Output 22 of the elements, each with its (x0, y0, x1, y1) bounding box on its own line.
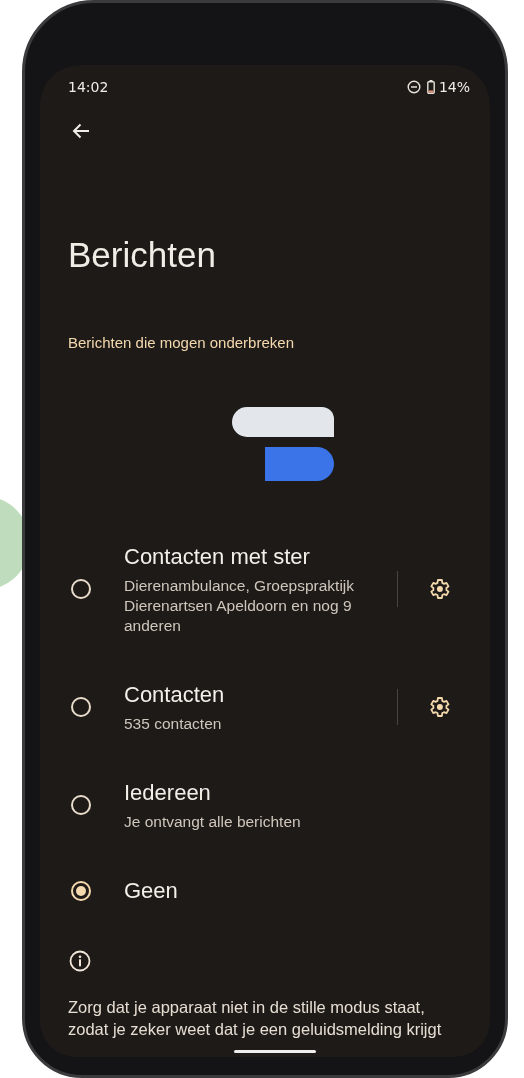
radio-button[interactable] (71, 579, 91, 599)
back-arrow-icon[interactable] (72, 123, 90, 139)
battery-icon (426, 80, 435, 94)
option-description: Je ontvangt alle berichten (124, 812, 302, 832)
settings-icon[interactable] (427, 695, 451, 719)
battery-percentage: 14% (438, 79, 470, 95)
page-title: Berichten (68, 234, 217, 276)
radio-button[interactable] (71, 881, 91, 901)
info-icon (69, 950, 91, 972)
option-description: Dierenambulance, Groepspraktijk Dierenartsen Apeldoorn en nog 9 anderen (124, 576, 356, 636)
status-time: 14:02 (68, 79, 109, 95)
info-text: Zorg dat je apparaat niet in de stille modus staat, zodat je zeker weet dat je een geluidsmelding krijgt (68, 997, 443, 1040)
section-heading: Berichten die mogen onderbreken (68, 334, 295, 351)
do-not-disturb-icon (406, 80, 421, 94)
option-title: Contacten (124, 681, 226, 709)
option-title: Geen (124, 877, 179, 905)
radio-button[interactable] (71, 697, 91, 717)
option-description: 535 contacten (124, 714, 223, 734)
option-title: Iedereen (124, 779, 212, 807)
settings-icon[interactable] (427, 577, 451, 601)
radio-button[interactable] (71, 795, 91, 815)
option-title: Contacten met ster (124, 543, 311, 571)
